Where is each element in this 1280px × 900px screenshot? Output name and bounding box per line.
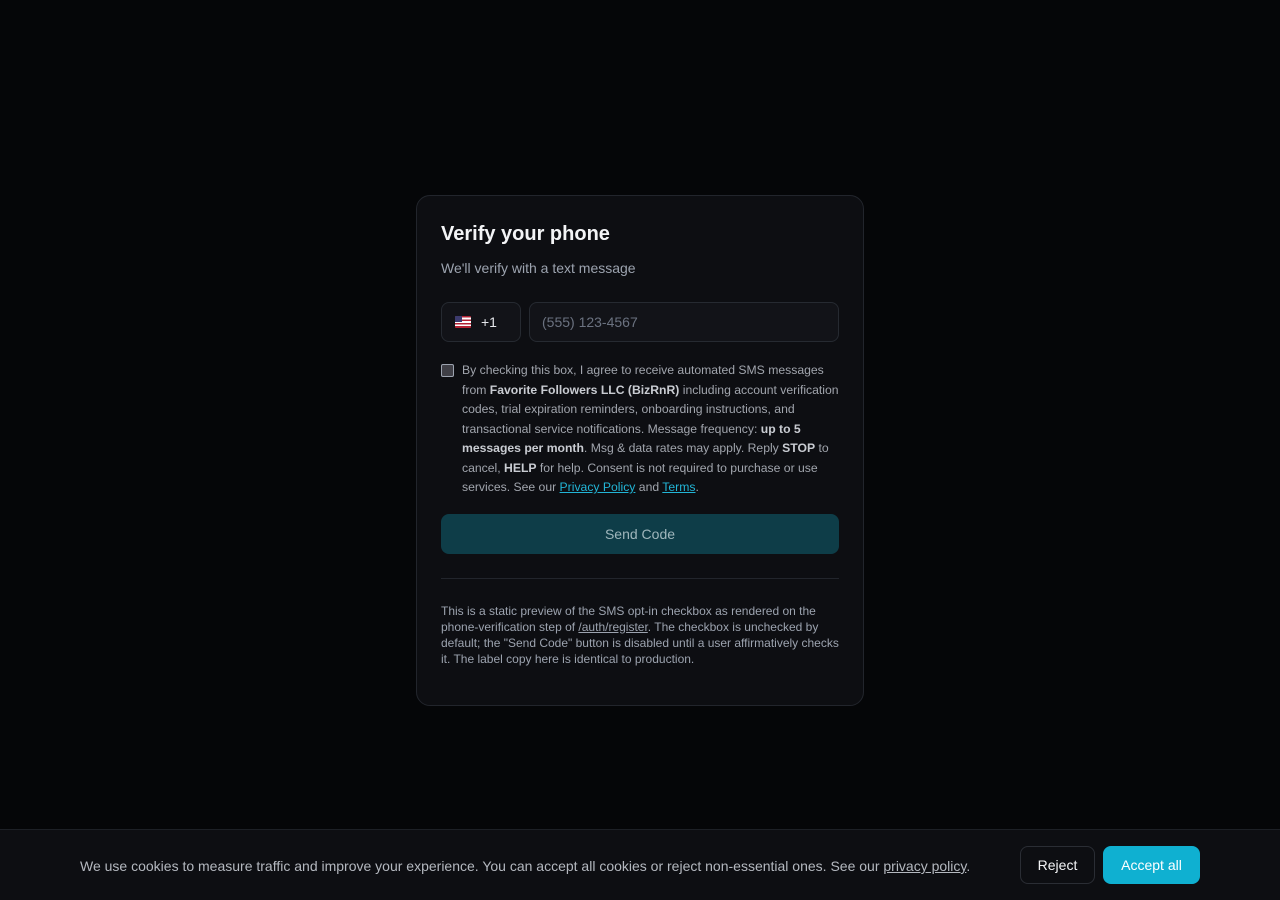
page-subtitle: We'll verify with a text message <box>441 260 636 276</box>
sms-consent: By checking this box, I agree to receive… <box>441 361 839 498</box>
cookie-privacy-link[interactable]: privacy policy <box>883 858 966 874</box>
consent-stop: STOP <box>782 441 816 455</box>
reject-cookies-button[interactable]: Reject <box>1020 846 1095 884</box>
country-code-select[interactable]: +1 <box>441 302 521 342</box>
consent-company: Favorite Followers LLC (BizRnR) <box>489 382 680 397</box>
consent-text-6: and <box>635 480 663 494</box>
cookie-text: We use cookies to measure traffic and im… <box>80 858 884 874</box>
phone-row: +1 <box>441 302 839 342</box>
terms-link[interactable]: Terms <box>662 480 695 494</box>
privacy-policy-link[interactable]: Privacy Policy <box>560 480 636 494</box>
cookie-banner: We use cookies to measure traffic and im… <box>0 829 1280 900</box>
page-title: Verify your phone <box>441 223 610 245</box>
page: Verify your phone We'll verify with a te… <box>0 0 1280 900</box>
phone-number-input[interactable] <box>529 302 839 342</box>
sms-consent-checkbox[interactable] <box>441 364 454 377</box>
accept-all-cookies-button[interactable]: Accept all <box>1103 846 1200 884</box>
divider <box>441 577 839 579</box>
preview-note: This is a static preview of the SMS opt-… <box>441 603 839 667</box>
send-code-button[interactable]: Send Code <box>441 513 839 554</box>
verify-phone-card: Verify your phone We'll verify with a te… <box>416 195 864 706</box>
register-path: /auth/register <box>578 619 648 634</box>
country-code-label: +1 <box>481 314 497 330</box>
us-flag-icon <box>455 316 471 328</box>
consent-text-3: . Msg & data rates may apply. Reply <box>583 441 783 455</box>
sms-consent-label: By checking this box, I agree to receive… <box>462 361 839 498</box>
cookie-text-end: . <box>966 858 971 874</box>
consent-help: HELP <box>504 460 537 475</box>
consent-text-7: . <box>695 480 699 494</box>
cookie-message: We use cookies to measure traffic and im… <box>80 856 970 876</box>
